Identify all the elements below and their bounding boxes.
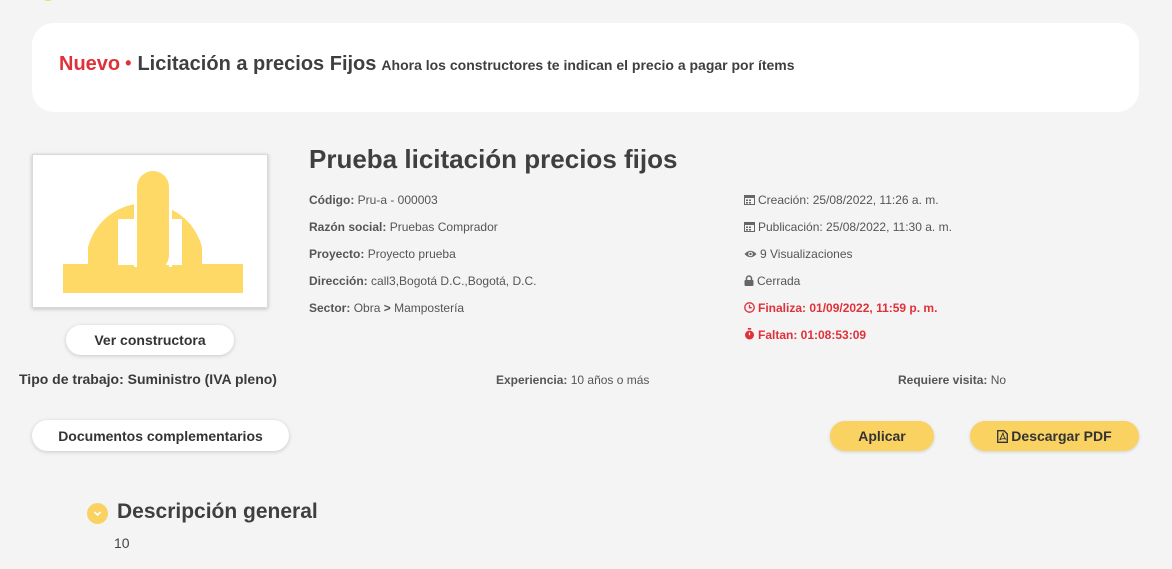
meta-publicacion: Publicación: 25/08/2022, 11:30 a. m. [744,220,952,234]
meta-estado-text: Cerrada [757,274,801,288]
detail-direccion-value: call3,Bogotá D.C.,Bogotá, D.C. [371,274,537,288]
experiencia-value: 10 años o más [570,373,650,387]
hard-hat-logo-icon [63,171,243,293]
detail-direccion: Dirección: call3,Bogotá D.C.,Bogotá, D.C… [309,274,536,288]
detail-codigo-value: Pru-a - 000003 [357,193,438,207]
experiencia: Experiencia: 10 años o más [496,373,649,387]
calendar-icon [744,222,755,232]
detail-sector-value-2: Mampostería [394,301,465,315]
lock-icon [744,275,754,286]
meta-faltan-text: Faltan: 01:08:53:09 [758,328,867,342]
banner-title: Licitación a precios Fijos [137,53,377,75]
project-title: Prueba licitación precios fijos [309,144,678,174]
descargar-pdf-button[interactable]: Descargar PDF [970,421,1139,451]
eye-icon [744,250,757,258]
stopwatch-icon [745,328,754,340]
meta-faltan: Faltan: 01:08:53:09 [744,328,866,342]
requiere-visita: Requiere visita: No [898,373,1006,387]
detail-razon-value: Pruebas Comprador [389,220,498,234]
detail-sector-sep: > [383,301,391,315]
documentos-complementarios-button[interactable]: Documentos complementarios [32,420,289,451]
banner-separator: • [125,53,132,73]
ver-constructora-button[interactable]: Ver constructora [66,325,234,355]
detail-proyecto-value: Proyecto prueba [367,247,456,261]
banner-row: Nuevo • Licitación a precios Fijos Ahora lo… [59,53,795,76]
section-toggle[interactable] [87,503,108,524]
top-decoration [41,0,55,1]
tipo-trabajo: Tipo de trabajo: Suministro (IVA pleno) [19,371,277,387]
detail-proyecto-label: Proyecto: [309,247,365,261]
meta-publicacion-text: Publicación: 25/08/2022, 11:30 a. m. [758,220,952,234]
section-title: Descripción general [117,500,318,523]
detail-sector-label: Sector: [309,301,351,315]
meta-visualizaciones-text: 9 Visualizaciones [760,247,853,261]
descargar-pdf-label: Descargar PDF [1011,428,1112,444]
visita-value: No [990,373,1007,387]
detail-sector: Sector: Obra > Mampostería [309,301,464,315]
company-logo [32,154,268,308]
calendar-icon [744,195,755,205]
chevron-down-icon [93,511,102,517]
meta-creacion-text: Creación: 25/08/2022, 11:26 a. m. [758,193,939,207]
announcement-banner: Nuevo • Licitación a precios Fijos Ahora lo… [32,23,1139,112]
detail-codigo: Código: Pru-a - 000003 [309,193,438,207]
experiencia-label: Experiencia: [496,373,568,387]
banner-new-label: Nuevo [59,53,121,75]
clock-icon [744,302,755,313]
detail-direccion-label: Dirección: [309,274,368,288]
detail-codigo-label: Código: [309,193,355,207]
pdf-file-icon [997,429,1009,443]
detail-sector-value-1: Obra [353,301,381,315]
detail-razon-social: Razón social: Pruebas Comprador [309,220,498,234]
meta-estado: Cerrada [744,274,800,288]
meta-finaliza: Finaliza: 01/09/2022, 11:59 p. m. [744,301,937,315]
meta-visualizaciones: 9 Visualizaciones [744,247,853,261]
banner-subtitle: Ahora los constructores te indican el pr… [381,57,795,73]
meta-finaliza-text: Finaliza: 01/09/2022, 11:59 p. m. [758,301,938,315]
visita-label: Requiere visita: [898,373,988,387]
detail-proyecto: Proyecto: Proyecto prueba [309,247,456,261]
detail-razon-label: Razón social: [309,220,387,234]
aplicar-button[interactable]: Aplicar [830,421,934,451]
section-body: 10 [114,535,130,551]
meta-creacion: Creación: 25/08/2022, 11:26 a. m. [744,193,939,207]
